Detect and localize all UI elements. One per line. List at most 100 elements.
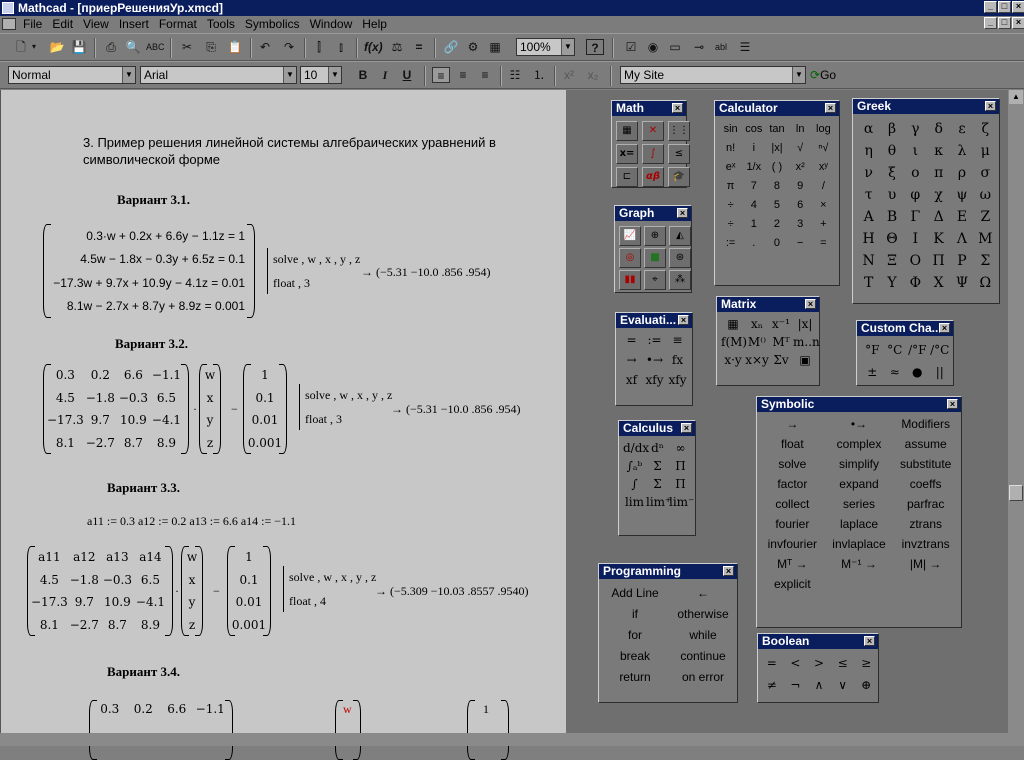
italic-icon[interactable]: I	[376, 67, 394, 83]
postfix-operator-button[interactable]: xf	[620, 373, 643, 387]
global-definition-button[interactable]: ≡	[666, 333, 689, 347]
greek-button[interactable]: η	[857, 143, 880, 159]
bool-button[interactable]: ≤	[831, 656, 855, 670]
coefficient-matrix-3-2[interactable]: 0.3 0.2 6.6 −1.1 4.5 −1.8 −0.3 6.5 −17.3 9.7 10.…	[47, 364, 183, 454]
summation-icon[interactable]: Σ	[646, 459, 669, 473]
evaluation-icon[interactable]: x=	[616, 144, 638, 164]
boolean-icon[interactable]: ≤	[668, 144, 690, 164]
limit-icon[interactable]: lim	[623, 495, 646, 509]
align-left-text-icon[interactable]: ≡	[432, 67, 450, 83]
greek-button[interactable]: Ζ	[974, 209, 997, 225]
calc-button[interactable]: ln	[789, 123, 812, 135]
infix-operator-button[interactable]: xfy	[643, 373, 666, 387]
inverse-icon[interactable]: x⁻¹	[769, 317, 793, 331]
open-icon[interactable]: 📂	[48, 39, 66, 55]
greek-button[interactable]: Σ	[974, 253, 997, 269]
prefix-operator-button[interactable]: fx	[666, 353, 689, 367]
sym-button[interactable]: invztrans	[892, 537, 959, 551]
matrix-icon[interactable]: ⋮⋮	[668, 121, 690, 141]
prog-button[interactable]: on error	[669, 670, 737, 684]
align-right-icon[interactable]: ≡	[476, 67, 494, 83]
greek-button[interactable]: Ψ	[950, 275, 973, 291]
greek-button[interactable]: σ	[974, 165, 997, 181]
bool-button[interactable]: <	[784, 656, 808, 670]
insert-hyperlink-icon[interactable]: 🔗	[442, 39, 460, 55]
3d-scatter-icon[interactable]: ▩	[644, 248, 666, 268]
bool-button[interactable]: ≠	[760, 678, 784, 692]
bool-button[interactable]: >	[807, 656, 831, 670]
radio-control-icon[interactable]: ◉	[644, 39, 662, 55]
close-icon[interactable]: ×	[864, 636, 875, 646]
close-button[interactable]: ×	[1012, 1, 1024, 13]
equation-system-3-1[interactable]: 0.3·w + 0.2x + 6.6y − 1.1z = 1 4.5w − 1.…	[53, 224, 245, 318]
calc-button[interactable]: −	[789, 237, 812, 249]
calc-button[interactable]: 0	[765, 237, 788, 249]
sym-button[interactable]: Mᵀ →	[759, 557, 826, 571]
align-center-icon[interactable]: ≡	[454, 67, 472, 83]
sym-button[interactable]: explicit	[759, 577, 826, 591]
doc-minimize-button[interactable]: _	[984, 17, 997, 29]
greek-button[interactable]: λ	[950, 143, 973, 159]
programming-icon[interactable]: ⊏	[616, 167, 638, 187]
calc-button[interactable]: ÷	[719, 199, 742, 211]
prog-button[interactable]: break	[601, 649, 669, 663]
sym-button[interactable]: fourier	[759, 517, 826, 531]
cut-icon[interactable]: ✂	[178, 39, 196, 55]
greek-button[interactable]: ρ	[950, 165, 973, 181]
polar-plot-icon[interactable]: ⊕	[644, 226, 666, 246]
vectorize-icon[interactable]: f(M)	[721, 335, 747, 349]
textbox-control-icon[interactable]: abl	[712, 39, 730, 55]
greek-button[interactable]: ζ	[974, 121, 997, 137]
indefinite-integral-icon[interactable]: ∫	[623, 477, 646, 491]
greek-button[interactable]: χ	[927, 187, 950, 203]
infinity-icon[interactable]: ∞	[669, 441, 692, 455]
sym-button[interactable]: Modifiers	[892, 417, 959, 431]
greek-button[interactable]: Φ	[904, 275, 927, 291]
sym-button[interactable]: M⁻¹ →	[826, 557, 893, 571]
component-wizard-icon[interactable]: ⚙	[464, 39, 482, 55]
sym-button[interactable]: complex	[826, 437, 893, 451]
sym-button[interactable]: series	[826, 497, 893, 511]
greek-button[interactable]: Ρ	[950, 253, 973, 269]
calc-button[interactable]: .	[742, 237, 765, 249]
right-limit-icon[interactable]: lim⁺	[646, 495, 671, 509]
variables-vector-3-4[interactable]: w	[343, 702, 352, 717]
greek-button[interactable]: Χ	[927, 275, 950, 291]
scroll-up-icon[interactable]: ▲	[1009, 90, 1023, 104]
zoom-plot-icon[interactable]: ⌖	[644, 270, 666, 290]
calculate-icon[interactable]: =	[410, 39, 428, 55]
variables-vector-3-2[interactable]: wxyz	[201, 364, 219, 454]
surface-plot-icon[interactable]: ◭	[669, 226, 691, 246]
greek-button[interactable]: Ο	[904, 253, 927, 269]
calc-button[interactable]: eˣ	[719, 161, 742, 173]
menu-format[interactable]: Format	[154, 16, 202, 33]
calc-button[interactable]: =	[812, 237, 835, 249]
push-button-control-icon[interactable]: ▭	[666, 39, 684, 55]
vector-sum-icon[interactable]: Σv	[769, 353, 793, 367]
list-control-icon[interactable]: ☰	[736, 39, 754, 55]
sym-button[interactable]: factor	[759, 477, 826, 491]
calc-button[interactable]: /	[812, 180, 835, 192]
sym-button[interactable]: coeffs	[892, 477, 959, 491]
sym-button[interactable]: ztrans	[892, 517, 959, 531]
sym-button[interactable]: invlaplace	[826, 537, 893, 551]
greek-button[interactable]: Π	[927, 253, 950, 269]
greek-button[interactable]: Λ	[950, 231, 973, 247]
scroll-thumb[interactable]	[1009, 485, 1023, 501]
calc-button[interactable]: 4	[742, 199, 765, 211]
menu-window[interactable]: Window	[305, 16, 358, 33]
calc-button[interactable]: n!	[719, 142, 742, 154]
prog-button[interactable]: while	[669, 628, 737, 642]
close-icon[interactable]: ×	[985, 101, 996, 111]
nth-derivative-icon[interactable]: dⁿ	[646, 441, 669, 455]
calc-button[interactable]: 2	[765, 218, 788, 230]
close-icon[interactable]: ×	[681, 423, 692, 433]
calc-button[interactable]: 1	[742, 218, 765, 230]
sym-button[interactable]: substitute	[892, 457, 959, 471]
copy-icon[interactable]: ⎘	[202, 39, 220, 55]
greek-button[interactable]: Ξ	[880, 253, 903, 269]
picture-icon[interactable]: ▣	[793, 353, 817, 367]
bool-button[interactable]: =	[760, 656, 784, 670]
calc-button[interactable]: ×	[812, 199, 835, 211]
custom-button[interactable]: ≈	[884, 365, 907, 379]
